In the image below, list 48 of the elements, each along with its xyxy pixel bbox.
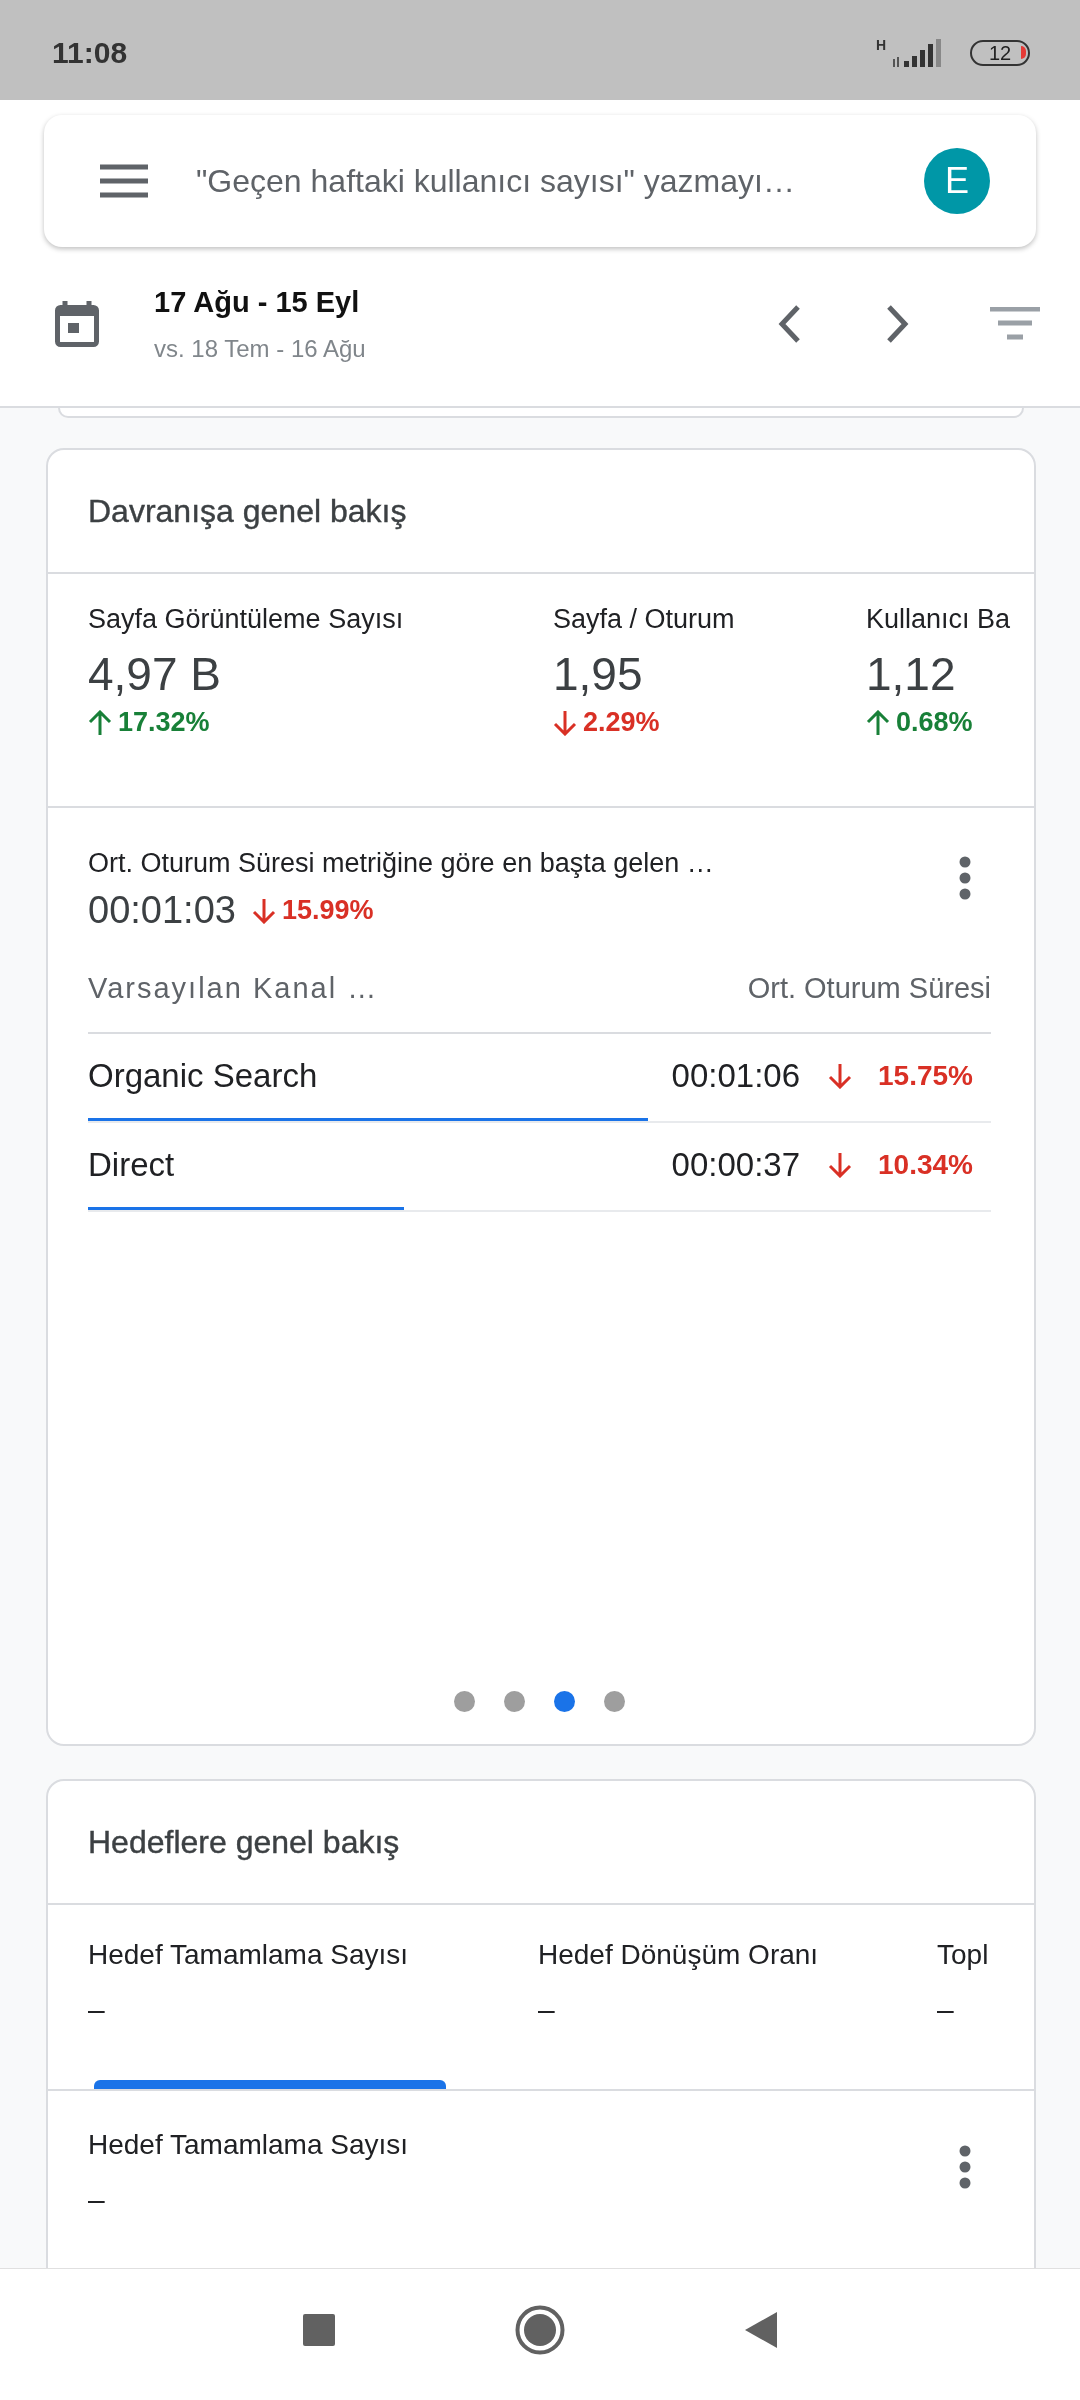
previous-icon[interactable] — [777, 304, 801, 344]
table-cell: 00:00:37 — [671, 1146, 801, 1184]
change-percent: 17.32% — [118, 707, 210, 738]
home-icon[interactable] — [515, 2304, 565, 2355]
page-indicator-dot[interactable] — [554, 1691, 575, 1712]
column-header: Varsayılan Kanal … — [88, 972, 379, 1006]
next-icon[interactable] — [886, 304, 910, 344]
metric-tab[interactable]: Topl – — [937, 1905, 1034, 2089]
menu-icon[interactable] — [100, 164, 148, 198]
metric-tab[interactable]: Hedef Dönüşüm Oranı – — [538, 1905, 937, 2089]
network-type: H — [875, 37, 886, 53]
metric-value: 1,12 — [866, 647, 957, 701]
detail-value: 00:01:03 — [88, 889, 236, 932]
change-percent: 10.34% — [878, 1149, 973, 1181]
card-title: Davranışa genel bakış — [88, 492, 407, 530]
detail-title: Ort. Oturum Süresi metriğine göre en başta gelen … — [88, 848, 714, 879]
more-options-icon[interactable] — [959, 856, 971, 900]
change-percent: 0.68% — [896, 707, 973, 738]
avatar[interactable]: E — [924, 148, 990, 214]
card-title: Hedeflere genel bakış — [88, 1823, 400, 1861]
metric-tab[interactable]: Hedef Tamamlama Sayısı – — [88, 1905, 538, 2089]
filter-icon[interactable] — [990, 307, 1040, 341]
battery-indicator: 12 — [970, 40, 1030, 66]
page-indicator-dot[interactable] — [604, 1691, 625, 1712]
page-indicator-dot[interactable] — [504, 1691, 525, 1712]
change-percent: 15.75% — [878, 1060, 973, 1092]
metric-label: Kullanıcı Ba — [866, 604, 1012, 635]
detail-value: – — [88, 2183, 106, 2217]
metric-value: 1,95 — [553, 647, 644, 701]
detail-title: Hedef Tamamlama Sayısı — [88, 2129, 409, 2161]
channel-name: Direct — [88, 1146, 176, 1184]
back-icon[interactable] — [745, 2311, 777, 2348]
column-header: Ort. Oturum Süresi — [747, 972, 991, 1006]
search-field[interactable]: "Geçen haftaki kullanıcı sayısı" yazmayı… — [194, 161, 908, 201]
more-options-icon[interactable] — [959, 2145, 971, 2189]
comparison-range: vs. 18 Tem - 16 Ağu — [154, 334, 367, 363]
change-percent: 2.29% — [583, 707, 660, 738]
recents-icon[interactable] — [303, 2313, 335, 2346]
channel-name: Organic Search — [88, 1057, 319, 1095]
calendar-icon[interactable] — [55, 301, 99, 347]
clock: 11:08 — [52, 36, 128, 70]
metric-label: Sayfa Görüntüleme Sayısı — [88, 604, 405, 635]
metric-value: 4,97 B — [88, 647, 222, 701]
page-indicator-dot[interactable] — [454, 1691, 475, 1712]
date-range[interactable]: 17 Ağu - 15 Eyl — [154, 285, 777, 319]
table-cell: 00:01:06 — [671, 1057, 801, 1095]
metric-label: Sayfa / Oturum — [553, 604, 736, 635]
change-percent: 15.99% — [281, 895, 374, 926]
